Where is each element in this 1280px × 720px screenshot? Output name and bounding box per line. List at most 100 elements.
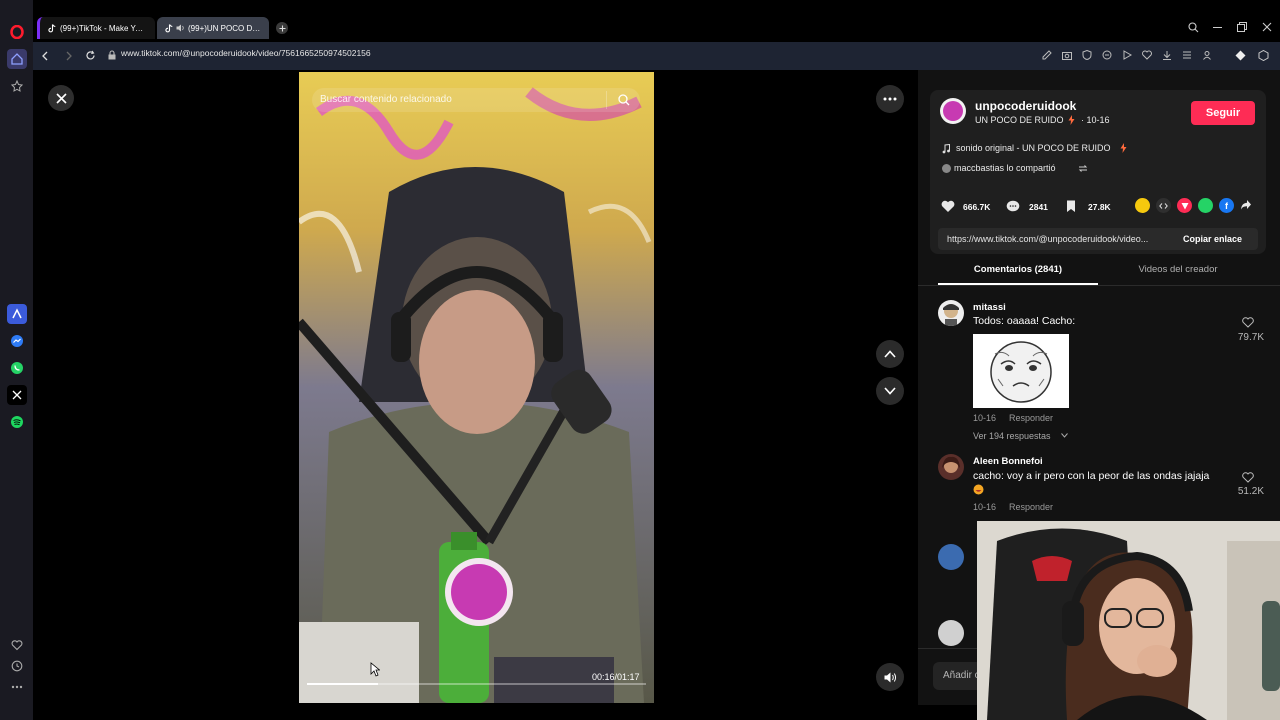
tab-comments-label: Comentarios (2841) (973, 264, 1063, 275)
messenger-icon[interactable] (7, 331, 27, 351)
tab-creator-videos[interactable]: Videos del creador (1098, 264, 1258, 284)
menu-lines-icon[interactable] (1182, 50, 1192, 60)
tab-label: (99+)TikTok - Make Your Day (60, 23, 147, 33)
adblock-shield-icon[interactable] (1082, 50, 1092, 60)
address-bar: www.tiktok.com/@unpocoderuidook/video/75… (33, 42, 1280, 70)
lightning-icon (1068, 115, 1075, 125)
reply-button[interactable]: Responder (1009, 413, 1053, 423)
lock-icon[interactable] (108, 50, 116, 60)
comment-text: cacho: voy a ir pero con la peor de las … (973, 470, 1210, 482)
chevron-down-icon (1061, 433, 1068, 438)
comment-like-icon[interactable] (1242, 317, 1254, 328)
search-icon[interactable] (618, 94, 630, 106)
comment-avatar[interactable] (938, 620, 964, 646)
tab-un-poco-de-ruido[interactable]: (99+)UN POCO DE RUIDO (157, 17, 269, 39)
shared-by-text[interactable]: maccbastias lo compartió (954, 163, 1056, 173)
add-comment-placeholder: Añadir c (943, 670, 980, 681)
repost-icon (1078, 165, 1088, 172)
video-frame-image (299, 72, 654, 703)
comment-bubble-icon[interactable] (1006, 200, 1020, 213)
x-twitter-icon[interactable] (7, 385, 27, 405)
forward-button[interactable] (65, 51, 73, 61)
comment-avatar[interactable] (938, 544, 964, 570)
coin-icon[interactable] (1135, 198, 1150, 213)
tab-creator-videos-label: Videos del creador (1138, 264, 1218, 275)
plus-icon (279, 25, 285, 31)
url-input[interactable]: www.tiktok.com/@unpocoderuidook/video/75… (121, 48, 371, 58)
reply-button[interactable]: Responder (1009, 502, 1053, 512)
embed-code-icon[interactable] (1156, 198, 1171, 213)
tab-bar: (99+)TikTok - Make Your Day (99+)UN POCO… (33, 14, 1280, 42)
close-video-button[interactable] (48, 85, 74, 111)
share-icons: f (1135, 198, 1252, 213)
comment-avatar[interactable] (938, 454, 964, 480)
next-video-button[interactable] (876, 377, 904, 405)
opera-logo-icon[interactable] (7, 22, 27, 42)
comment-count: 2841 (1029, 202, 1048, 212)
edit-icon[interactable] (1042, 50, 1052, 60)
creator-display-name[interactable]: UN POCO DE RUIDO (975, 115, 1064, 125)
more-dots-icon (883, 97, 897, 101)
sound-link[interactable]: sonido original - UN POCO DE RUIDO (956, 143, 1111, 153)
play-icon[interactable] (1122, 50, 1132, 60)
speaker-icon[interactable] (176, 24, 185, 32)
back-button[interactable] (41, 51, 49, 61)
chevron-down-icon (884, 387, 896, 395)
comment-sticker-image[interactable] (973, 334, 1069, 408)
tab-tiktok-home[interactable]: (99+)TikTok - Make Your Day (37, 17, 155, 39)
video-time: 00:16/01:17 (592, 672, 640, 682)
extensions-area (1235, 50, 1269, 61)
mouse-cursor-icon (370, 662, 380, 677)
home-icon[interactable] (7, 49, 27, 69)
reload-button[interactable] (85, 50, 96, 61)
comment-like-count: 79.7K (1237, 332, 1264, 343)
comment-username[interactable]: mitassi (973, 302, 1006, 313)
favorites-heart-icon[interactable] (7, 635, 27, 655)
previous-video-button[interactable] (876, 340, 904, 368)
pin-icon[interactable] (7, 76, 27, 96)
share-arrow-icon[interactable] (1240, 199, 1252, 211)
close-window-button[interactable] (1262, 22, 1272, 32)
new-tab-button[interactable] (276, 22, 288, 34)
cube-extension-icon[interactable] (1258, 50, 1269, 61)
copy-link-button[interactable]: Copiar enlace (1183, 234, 1242, 244)
restore-button[interactable] (1237, 22, 1247, 32)
comment-avatar[interactable] (938, 300, 964, 326)
minimize-button[interactable] (1213, 27, 1222, 28)
video-link[interactable]: https://www.tiktok.com/@unpocoderuidook/… (947, 234, 1169, 244)
spotify-icon[interactable] (7, 412, 27, 432)
like-heart-icon[interactable] (941, 200, 955, 213)
tab-label: (99+)UN POCO DE RUIDO (188, 23, 261, 33)
tab-search-icon[interactable] (1188, 22, 1199, 33)
send-to-friends-icon[interactable] (1177, 198, 1192, 213)
avatar[interactable] (940, 98, 966, 124)
related-search-input[interactable]: Buscar contenido relacionado (312, 88, 640, 112)
aria-icon[interactable] (7, 304, 27, 324)
video-player[interactable]: Buscar contenido relacionado 00:16/01:17 (299, 72, 654, 703)
camera-icon[interactable] (1062, 50, 1072, 60)
history-clock-icon[interactable] (7, 656, 27, 676)
chevron-up-icon (884, 350, 896, 358)
volume-button[interactable] (876, 663, 904, 691)
profile-icon[interactable] (1202, 50, 1212, 60)
comment-username[interactable]: Aleen Bonnefoi (973, 456, 1043, 467)
more-options-button[interactable] (876, 85, 904, 113)
bookmark-icon[interactable] (1066, 200, 1076, 213)
whatsapp-share-icon[interactable] (1198, 198, 1213, 213)
extension-icon[interactable] (1102, 50, 1112, 60)
sharer-avatar[interactable] (942, 164, 951, 173)
comment-like-icon[interactable] (1242, 472, 1254, 483)
tab-comments[interactable]: Comentarios (2841) (938, 264, 1098, 284)
follow-button[interactable]: Seguir (1191, 101, 1255, 125)
video-progress-track[interactable] (307, 683, 646, 685)
view-replies-link[interactable]: Ver 194 respuestas (973, 431, 1051, 441)
whatsapp-icon[interactable] (7, 358, 27, 378)
facebook-share-icon[interactable]: f (1219, 198, 1234, 213)
diamond-extension-icon[interactable] (1235, 50, 1246, 61)
more-dots-icon[interactable] (7, 677, 27, 697)
avatar-image (943, 101, 963, 121)
creator-handle[interactable]: unpocoderuidook (975, 99, 1076, 113)
download-icon[interactable] (1162, 50, 1172, 60)
heart-icon[interactable] (1142, 50, 1152, 60)
video-progress-fill (307, 683, 379, 685)
